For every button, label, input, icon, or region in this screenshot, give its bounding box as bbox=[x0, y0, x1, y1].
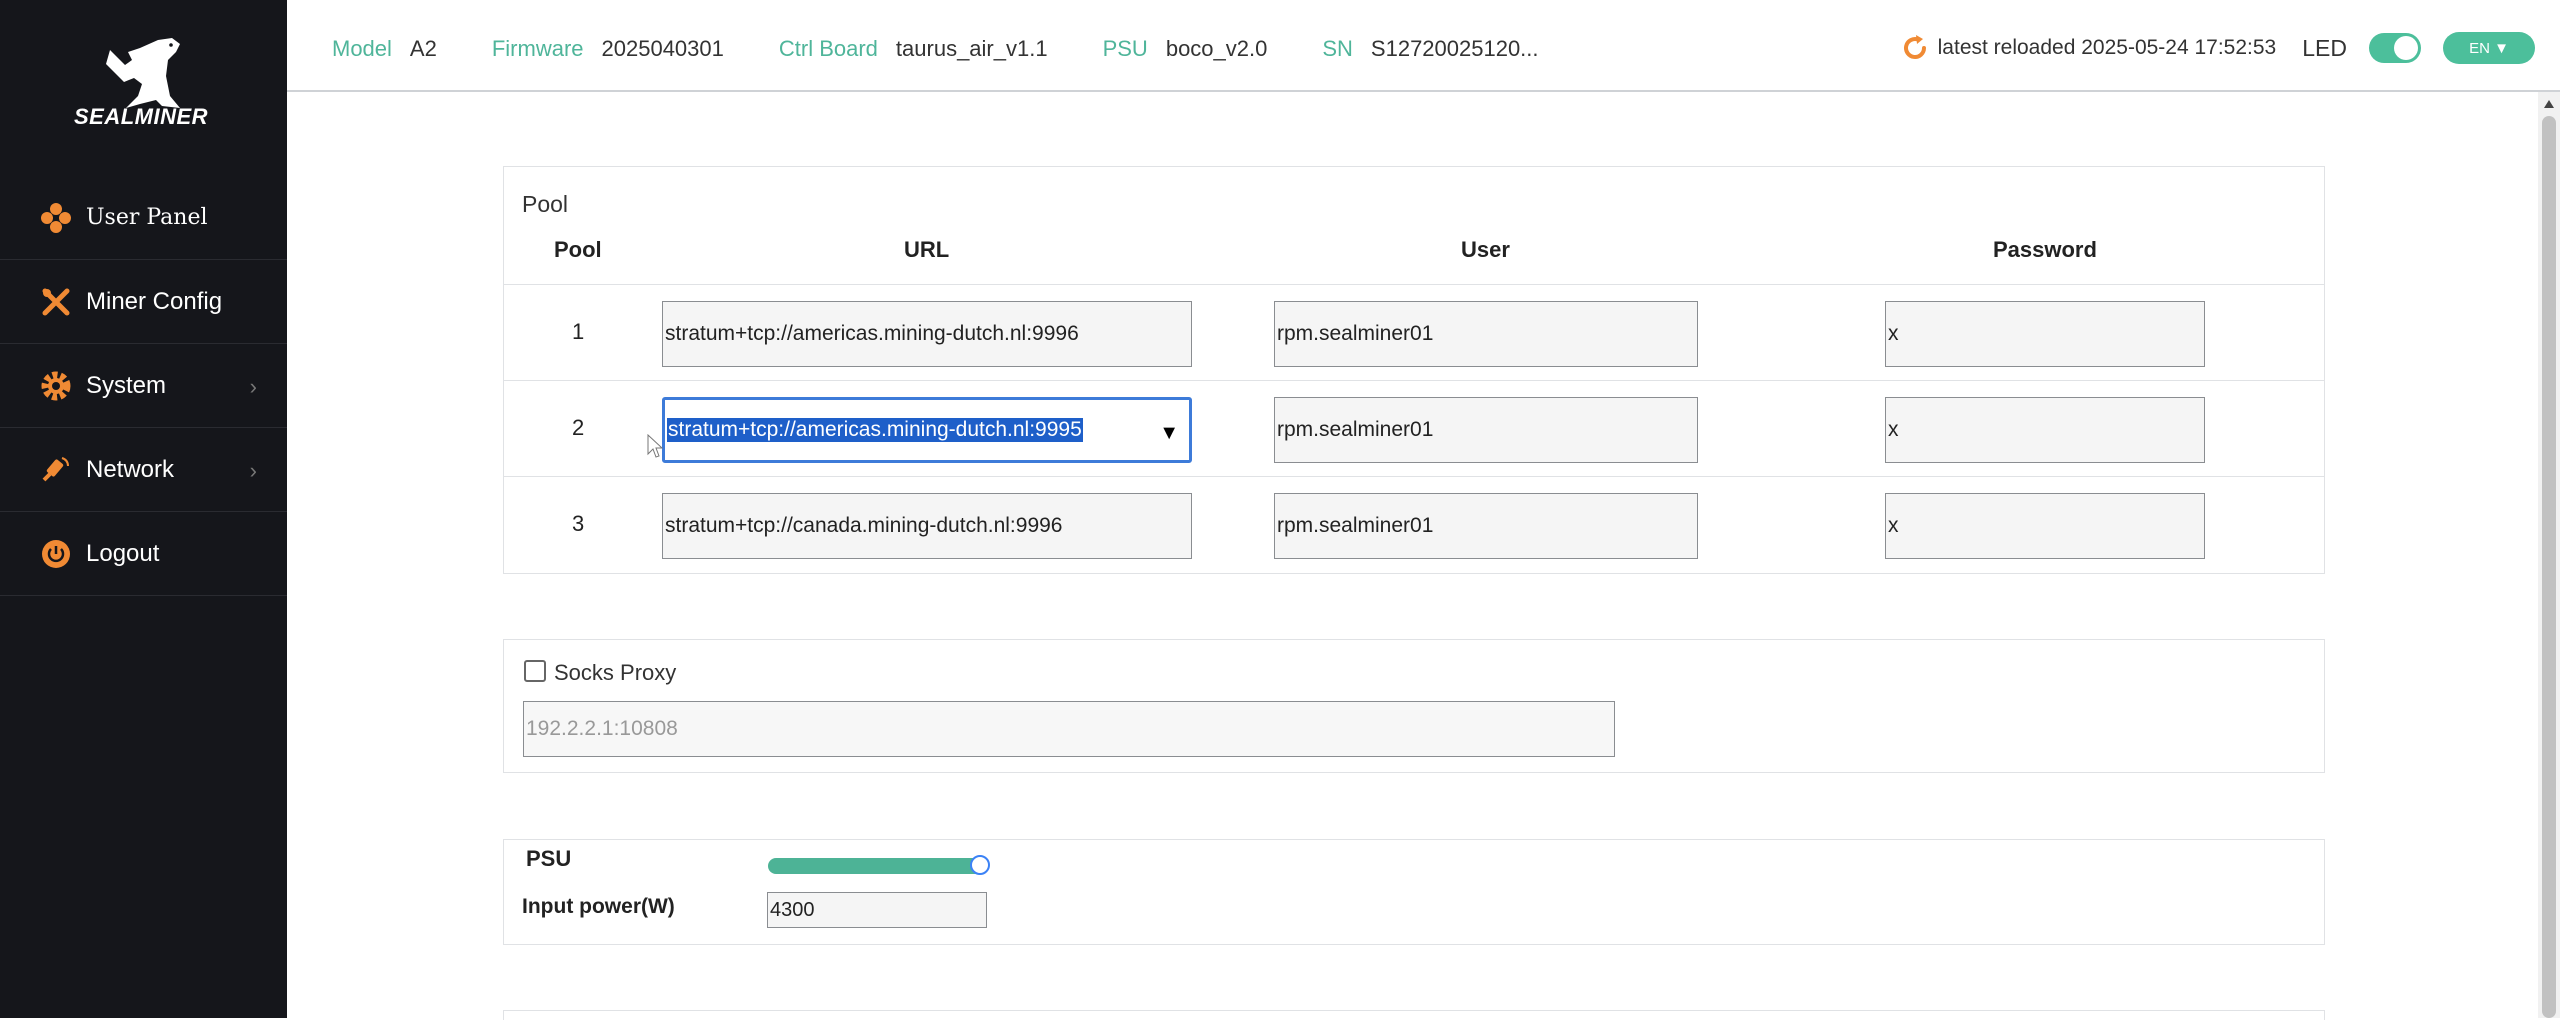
brand-logo-text: SEALMINER bbox=[74, 104, 209, 129]
pool-url-value: stratum+tcp://americas.mining-dutch.nl:9… bbox=[665, 322, 1079, 345]
col-header-user: User bbox=[1461, 237, 1510, 262]
sidebar: SEALMINER User Panel Miner Config System… bbox=[0, 0, 287, 1018]
sidebar-item-system[interactable]: System › bbox=[0, 344, 287, 428]
pool-number: 2 bbox=[572, 415, 585, 440]
psu-section-title: PSU bbox=[526, 846, 572, 871]
chevron-right-icon: › bbox=[249, 374, 257, 399]
sidebar-item-logout[interactable]: Logout bbox=[0, 512, 287, 596]
pool-url-input[interactable]: stratum+tcp://americas.mining-dutch.nl:9… bbox=[662, 301, 1192, 367]
ctrl-board-value: taurus_air_v1.1 bbox=[895, 36, 1048, 61]
psu-power-slider[interactable] bbox=[768, 858, 986, 874]
pool-row: 3 stratum+tcp://canada.mining-dutch.nl:9… bbox=[504, 476, 2324, 572]
pool-number: 3 bbox=[572, 511, 585, 536]
caret-down-icon: ▼ bbox=[2494, 39, 2509, 57]
pool-row: 1 stratum+tcp://americas.mining-dutch.nl… bbox=[504, 284, 2324, 380]
pool-user-input[interactable]: rpm.sealminer01 bbox=[1274, 397, 1698, 463]
device-info: Model A2 Firmware 2025040301 Ctrl Board … bbox=[332, 36, 1594, 62]
reload-icon[interactable] bbox=[1900, 33, 1930, 63]
model-key: Model bbox=[332, 36, 392, 61]
pool-password-value: x bbox=[1888, 418, 1899, 441]
pool-number: 1 bbox=[572, 319, 585, 344]
toggle-knob bbox=[2394, 36, 2418, 60]
col-header-url: URL bbox=[904, 237, 950, 262]
col-header-pool: Pool bbox=[554, 237, 602, 262]
socks-proxy-placeholder: 192.2.2.1:10808 bbox=[526, 717, 678, 740]
mouse-cursor-icon bbox=[647, 434, 663, 458]
sidebar-item-label: Miner Config bbox=[86, 287, 223, 315]
pool-section: Pool Pool URL User Password 1 stratum+tc… bbox=[503, 166, 2325, 574]
psu-value: boco_v2.0 bbox=[1165, 36, 1268, 61]
pool-url-select[interactable]: stratum+tcp://americas.mining-dutch.nl:9… bbox=[662, 397, 1192, 463]
gear-icon bbox=[40, 370, 72, 402]
socks-proxy-label: Socks Proxy bbox=[554, 660, 677, 685]
psu-section: PSU Input power(W) 4300 bbox=[503, 839, 2325, 945]
sidebar-item-network[interactable]: Network › bbox=[0, 428, 287, 512]
pool-user-input[interactable]: rpm.sealminer01 bbox=[1274, 493, 1698, 559]
sidebar-item-label: User Panel bbox=[86, 205, 208, 230]
input-power-field[interactable]: 4300 bbox=[767, 892, 987, 928]
pool-url-input[interactable]: stratum+tcp://canada.mining-dutch.nl:999… bbox=[662, 493, 1192, 559]
dropdown-arrow-icon[interactable]: ▼ bbox=[1159, 422, 1179, 445]
chevron-right-icon: › bbox=[249, 458, 257, 483]
pool-password-value: x bbox=[1888, 322, 1899, 345]
top-header: Model A2 Firmware 2025040301 Ctrl Board … bbox=[287, 0, 2560, 92]
sidebar-item-label: System bbox=[86, 371, 167, 399]
sidebar-item-miner-config[interactable]: Miner Config bbox=[0, 260, 287, 344]
pool-password-input[interactable]: x bbox=[1885, 301, 2205, 367]
pool-section-title: Pool bbox=[522, 191, 569, 217]
pool-user-input[interactable]: rpm.sealminer01 bbox=[1274, 301, 1698, 367]
language-value: EN bbox=[2469, 39, 2490, 57]
model-value: A2 bbox=[409, 36, 437, 61]
vertical-scrollbar[interactable] bbox=[2538, 92, 2560, 1018]
sidebar-item-user-panel[interactable]: User Panel bbox=[0, 176, 287, 260]
sidebar-nav: User Panel Miner Config System › Network… bbox=[0, 176, 287, 596]
satellite-icon bbox=[40, 454, 72, 486]
sidebar-item-label: Network bbox=[86, 455, 175, 483]
sn-value: S12720025120... bbox=[1370, 36, 1539, 61]
pool-row: 2 stratum+tcp://americas.mining-dutch.nl… bbox=[504, 380, 2324, 476]
led-toggle[interactable] bbox=[2369, 33, 2421, 63]
pool-password-input[interactable]: x bbox=[1885, 493, 2205, 559]
firmware-key: Firmware bbox=[491, 36, 584, 61]
input-power-label: Input power(W) bbox=[522, 895, 675, 918]
next-section bbox=[503, 1010, 2325, 1020]
reload-timestamp: latest reloaded 2025-05-24 17:52:53 bbox=[1937, 36, 2277, 59]
pool-user-value: rpm.sealminer01 bbox=[1277, 514, 1434, 537]
led-label: LED bbox=[2302, 34, 2347, 61]
scroll-up-arrow-icon[interactable] bbox=[2544, 100, 2554, 108]
pool-password-input[interactable]: x bbox=[1885, 397, 2205, 463]
psu-slider-handle[interactable] bbox=[970, 855, 990, 875]
sn-key: SN bbox=[1322, 36, 1353, 61]
pool-url-value: stratum+tcp://americas.mining-dutch.nl:9… bbox=[667, 418, 1083, 442]
pool-url-value: stratum+tcp://canada.mining-dutch.nl:999… bbox=[665, 514, 1063, 537]
input-power-value: 4300 bbox=[770, 898, 815, 921]
diamond-dots-icon bbox=[40, 202, 72, 234]
pool-user-value: rpm.sealminer01 bbox=[1277, 322, 1434, 345]
col-header-password: Password bbox=[1993, 237, 2097, 262]
socks-proxy-section: Socks Proxy 192.2.2.1:10808 bbox=[503, 639, 2325, 773]
ctrl-board-key: Ctrl Board bbox=[778, 36, 878, 61]
firmware-value: 2025040301 bbox=[601, 36, 724, 61]
power-icon bbox=[40, 538, 72, 570]
sidebar-item-label: Logout bbox=[86, 539, 160, 567]
header-controls: latest reloaded 2025-05-24 17:52:53 LED … bbox=[1900, 32, 2535, 64]
pool-password-value: x bbox=[1888, 514, 1899, 537]
scroll-thumb[interactable] bbox=[2542, 116, 2556, 1018]
socks-proxy-input[interactable]: 192.2.2.1:10808 bbox=[523, 701, 1615, 757]
pool-user-value: rpm.sealminer01 bbox=[1277, 418, 1434, 441]
language-select[interactable]: EN ▼ bbox=[2443, 32, 2535, 64]
socks-proxy-checkbox[interactable] bbox=[524, 660, 546, 682]
tools-icon bbox=[40, 286, 72, 318]
psu-key: PSU bbox=[1102, 36, 1148, 61]
